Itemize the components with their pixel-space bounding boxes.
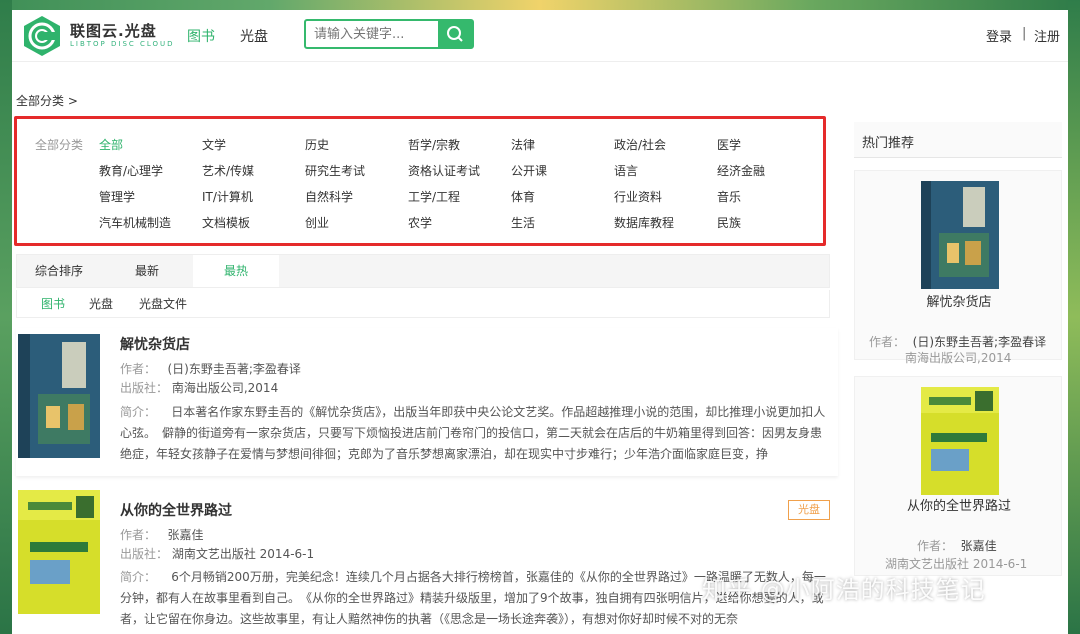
recommend-card[interactable]: 解忧杂货店 作者： (日)东野圭吾著;李盈春译 南海出版公司,2014 [854,170,1063,365]
result-title[interactable]: 从你的全世界路过 [120,500,232,520]
category-item[interactable]: 艺术/传媒 [202,162,254,179]
category-item[interactable]: 医学 [717,136,741,153]
book-cover[interactable] [18,490,100,614]
backdrop-left [0,0,12,634]
category-label: 全部分类 [35,138,84,152]
category-panel: 全部分类 全部 文学 历史 哲学/宗教 法律 政治/社会 医学教育/心理学 艺术/传媒 研究生考… [14,116,826,246]
category-item[interactable]: 生活 [511,214,535,231]
recommend-title[interactable]: 从你的全世界路过 [855,495,1063,514]
logo-subtitle: LIBTOP DISC CLOUD [70,40,175,48]
result-item: 解忧杂货店 作者： (日)东野圭吾著;李盈春译 出版社： 南海出版公司,2014… [16,328,838,476]
author-value: 张嘉佳 [167,528,204,542]
category-item[interactable]: 自然科学 [305,188,353,205]
hot-recommend-header: 热门推荐 [854,122,1062,158]
type-tab-discs[interactable]: 光盘 [89,295,113,312]
nav-books[interactable]: 图书 [187,26,215,46]
type-tab-books[interactable]: 图书 [41,295,65,312]
book-cover[interactable] [921,181,999,289]
recommend-author: 作者： 张嘉佳 [917,537,997,554]
category-item[interactable]: 公开课 [511,162,547,179]
category-item[interactable]: 研究生考试 [305,162,365,179]
book-cover[interactable] [18,334,100,458]
recommend-title[interactable]: 解忧杂货店 [855,291,1063,310]
result-publisher: 出版社： 南海出版公司,2014 [120,379,278,396]
result-publisher: 出版社： 湖南文艺出版社 2014-6-1 [120,545,314,562]
category-item[interactable]: 文学 [202,136,226,153]
register-link[interactable]: 注册 [1034,26,1060,45]
author-label: 作者： [869,335,906,349]
category-item[interactable]: 资格认证考试 [408,162,480,179]
site-header: 联图云.光盘 LIBTOP DISC CLOUD 图书 光盘 登录 | 注册 [12,10,1068,62]
result-author: 作者： 张嘉佳 [120,526,203,543]
disc-badge: 光盘 [788,500,830,520]
category-item[interactable]: 哲学/宗教 [408,136,460,153]
search-button[interactable] [438,21,472,47]
author-label: 作者： [120,528,157,542]
category-item[interactable]: 体育 [511,188,535,205]
breadcrumb[interactable]: 全部分类 > [16,92,78,109]
search-icon [447,26,463,42]
author-label: 作者： [120,362,157,376]
publisher-label: 出版社： [120,547,169,561]
category-item[interactable]: 经济金融 [717,162,765,179]
category-item[interactable]: 创业 [305,214,329,231]
logo-icon[interactable] [20,14,64,58]
sort-tab-hottest[interactable]: 最热 [193,255,279,287]
desc-text: 日本著名作家东野圭吾的《解忧杂货店》，出版当年即获中央公论文艺奖。作品超越推理小… [120,405,826,461]
book-cover[interactable] [921,387,999,495]
category-item[interactable]: 民族 [717,214,741,231]
category-item[interactable]: 全部 [99,136,123,153]
nav-discs[interactable]: 光盘 [240,26,268,46]
desc-label: 简介： [120,405,157,419]
category-item[interactable]: 农学 [408,214,432,231]
category-item[interactable]: 历史 [305,136,329,153]
category-item[interactable]: 管理学 [99,188,135,205]
category-item[interactable]: 工学/工程 [408,188,460,205]
category-item[interactable]: 语言 [614,162,638,179]
category-item[interactable]: 数据库教程 [614,214,674,231]
publisher-value: 南海出版公司,2014 [171,381,279,395]
search-box [304,19,474,49]
backdrop-top [0,0,1080,10]
result-author: 作者： (日)东野圭吾著;李盈春译 [120,360,301,377]
login-link[interactable]: 登录 [986,26,1012,45]
sort-tab-newest[interactable]: 最新 [135,255,159,287]
category-item[interactable]: 汽车机械制造 [99,214,171,231]
publisher-label: 出版社： [120,381,169,395]
backdrop-right [1068,0,1080,634]
category-item[interactable]: 音乐 [717,188,741,205]
type-tab-disc-files[interactable]: 光盘文件 [139,295,187,312]
sort-tab-default[interactable]: 综合排序 [35,255,83,287]
result-item: 从你的全世界路过 光盘 作者： 张嘉佳 出版社： 湖南文艺出版社 2014-6-… [16,486,838,634]
author-value: (日)东野圭吾著;李盈春译 [167,362,301,376]
logo-text[interactable]: 联图云.光盘 [70,20,157,41]
hot-recommend-title: 热门推荐 [862,136,915,151]
result-title[interactable]: 解忧杂货店 [120,334,190,354]
author-value: (日)东野圭吾著;李盈春译 [912,335,1047,349]
recommend-card[interactable]: 从你的全世界路过 作者： 张嘉佳 湖南文艺出版社 2014-6-1 [854,376,1062,576]
sort-bar: 综合排序 最新 最热 [16,254,830,288]
recommend-author: 作者： (日)东野圭吾著;李盈春译 [869,333,1046,350]
author-value: 张嘉佳 [960,539,997,553]
category-item[interactable]: IT/计算机 [202,188,253,205]
result-description: 简介： 日本著名作家东野圭吾的《解忧杂货店》，出版当年即获中央公论文艺奖。作品超… [120,402,832,465]
category-item[interactable]: 文档模板 [202,214,250,231]
category-item[interactable]: 教育/心理学 [99,162,163,179]
desc-label: 简介： [120,570,157,584]
recommend-publisher: 南海出版公司,2014 [905,351,1012,365]
watermark: 知乎 @小阿浩的科技笔记 [702,576,986,604]
type-filter-bar: 图书 光盘 光盘文件 [16,290,830,318]
category-item[interactable]: 行业资料 [614,188,662,205]
publisher-value: 湖南文艺出版社 2014-6-1 [171,547,315,561]
page: 联图云.光盘 LIBTOP DISC CLOUD 图书 光盘 登录 | 注册 全… [12,10,1068,634]
search-input[interactable] [306,21,436,47]
category-item[interactable]: 政治/社会 [614,136,666,153]
category-item[interactable]: 法律 [511,136,535,153]
auth-separator: | [1022,26,1027,41]
author-label: 作者： [917,539,954,553]
